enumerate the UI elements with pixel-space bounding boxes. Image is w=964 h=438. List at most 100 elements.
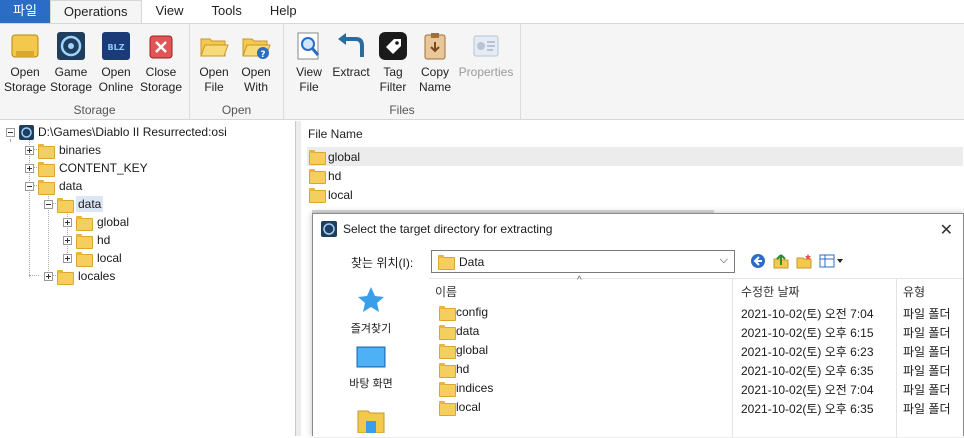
look-in-value: Data <box>459 254 485 269</box>
game-storage-label-1: Game <box>54 65 88 79</box>
expand-icon[interactable] <box>63 235 72 245</box>
extract-directory-dialog: Select the target directory for extracti… <box>312 213 964 438</box>
view-menu-icon[interactable] <box>819 253 845 272</box>
menu-tab-help[interactable]: Help <box>256 0 311 23</box>
collapse-icon[interactable] <box>6 127 15 137</box>
directory-row[interactable]: data 2021-10-02(토) 오후 6:15 파일 폴더 <box>429 322 963 341</box>
expand-icon[interactable] <box>63 217 72 227</box>
up-folder-icon[interactable] <box>773 253 789 272</box>
place-desktop[interactable]: 바탕 화면 <box>313 346 429 391</box>
dir-type: 파일 폴더 <box>903 326 951 340</box>
expand-icon[interactable] <box>25 163 34 173</box>
tree-item-data-data[interactable]: data <box>44 195 104 213</box>
extract-button[interactable]: Extract <box>328 31 374 80</box>
place-libraries[interactable] <box>313 407 429 436</box>
menu-tab-file[interactable]: 파일 <box>0 0 50 23</box>
open-with-button[interactable]: ? Open With <box>233 31 279 95</box>
view-file-label-1: View <box>296 65 322 79</box>
tree-item-hd[interactable]: hd <box>63 231 110 249</box>
column-header-type[interactable]: 유형 <box>903 283 925 300</box>
expand-icon[interactable] <box>25 145 34 155</box>
look-in-select[interactable]: Data ⌵ <box>431 250 735 273</box>
column-header-file-name[interactable]: File Name <box>308 127 363 141</box>
menu-tab-tools[interactable]: Tools <box>197 0 255 23</box>
tag-filter-label-1: Tag <box>383 65 403 79</box>
dir-date: 2021-10-02(토) 오후 6:23 <box>741 345 874 359</box>
desktop-icon <box>356 346 386 368</box>
tree-item-global[interactable]: global <box>63 213 129 231</box>
menu-tab-operations[interactable]: Operations <box>49 0 142 23</box>
open-online-button[interactable]: BLZ Open Online <box>93 31 139 95</box>
svg-text:?: ? <box>260 50 265 60</box>
new-folder-icon[interactable] <box>796 253 812 272</box>
folder-icon <box>439 306 456 321</box>
directory-row[interactable]: indices 2021-10-02(토) 오전 7:04 파일 폴더 <box>429 379 963 398</box>
directory-row[interactable]: local 2021-10-02(토) 오후 6:35 파일 폴더 <box>429 398 963 417</box>
directory-list[interactable]: ^ 이름 수정한 날짜 유형 config 2021-10-02(토) 오전 7… <box>429 275 963 438</box>
column-header-name[interactable]: 이름 <box>435 283 457 300</box>
folder-icon <box>439 344 456 359</box>
game-storage-button[interactable]: Game Storage <box>48 31 94 95</box>
clipboard-icon <box>420 31 450 61</box>
view-file-icon <box>294 31 324 61</box>
tree-label-binaries: binaries <box>59 143 102 157</box>
tag-filter-button[interactable]: Tag Filter <box>370 31 416 95</box>
copy-name-label-2: Name <box>418 80 451 94</box>
storage-tree[interactable]: D:\Games\Diablo II Resurrected:osi binar… <box>0 121 296 436</box>
close-icon[interactable]: ✕ <box>940 220 953 240</box>
blizzard-icon: BLZ <box>101 31 131 61</box>
tree-label-hd: hd <box>97 233 111 247</box>
tree-item-data[interactable]: data <box>25 177 82 195</box>
collapse-icon[interactable] <box>44 199 53 209</box>
tree-label-global: global <box>97 215 130 229</box>
properties-button[interactable]: Properties <box>454 31 518 80</box>
place-favorites[interactable]: 즐겨찾기 <box>313 285 429 336</box>
properties-icon <box>471 31 501 61</box>
file-row[interactable]: local <box>307 185 963 204</box>
folder-icon <box>38 161 55 177</box>
star-icon <box>358 287 384 312</box>
ribbon-group-files: View File Extract Tag Filter Copy Name P… <box>284 24 521 120</box>
dir-name: data <box>456 324 480 338</box>
expand-icon[interactable] <box>44 271 53 281</box>
menu-tab-view[interactable]: View <box>142 0 198 23</box>
directory-row[interactable]: hd 2021-10-02(토) 오후 6:35 파일 폴더 <box>429 360 963 379</box>
open-with-label-2: With <box>244 80 268 94</box>
open-storage-button[interactable]: Open Storage <box>2 31 48 95</box>
tag-filter-label-2: Filter <box>379 80 407 94</box>
place-label-desktop: 바탕 화면 <box>349 378 393 390</box>
dialog-title-bar[interactable]: Select the target directory for extracti… <box>313 214 963 244</box>
column-header-modified[interactable]: 수정한 날짜 <box>741 283 800 300</box>
open-online-label-1: Open <box>101 65 131 79</box>
tree-item-binaries[interactable]: binaries <box>25 141 101 159</box>
directory-row[interactable]: global 2021-10-02(토) 오후 6:23 파일 폴더 <box>429 341 963 360</box>
collapse-icon[interactable] <box>25 181 34 191</box>
expand-icon[interactable] <box>63 253 72 263</box>
copy-name-button[interactable]: Copy Name <box>412 31 458 95</box>
folder-icon <box>439 382 456 397</box>
ribbon-group-storage: Open Storage Game Storage BLZ Open Onlin… <box>0 24 190 120</box>
tree-item-local[interactable]: local <box>63 249 122 267</box>
open-file-label-1: Open <box>199 65 229 79</box>
tree-item-content-key[interactable]: CONTENT_KEY <box>25 159 148 177</box>
back-icon[interactable] <box>750 253 766 272</box>
game-icon <box>19 124 34 140</box>
folder-icon <box>38 143 55 159</box>
close-storage-button[interactable]: Close Storage <box>138 31 184 95</box>
dir-name: local <box>456 400 481 414</box>
open-file-button[interactable]: Open File <box>191 31 237 95</box>
file-row[interactable]: hd <box>307 166 963 185</box>
directory-row[interactable]: config 2021-10-02(토) 오전 7:04 파일 폴더 <box>429 303 963 322</box>
tree-label-data-data: data <box>76 196 104 212</box>
dir-type: 파일 폴더 <box>903 364 951 378</box>
tree-label-local: local <box>97 251 122 265</box>
tree-label-content-key: CONTENT_KEY <box>59 161 148 175</box>
tree-item-locales[interactable]: locales <box>44 267 115 285</box>
chevron-down-icon: ⌵ <box>719 254 728 266</box>
folder-icon <box>309 150 326 165</box>
file-row-label: local <box>328 187 353 202</box>
tree-item-root[interactable]: D:\Games\Diablo II Resurrected:osi <box>6 123 227 141</box>
open-storage-label-1: Open <box>10 65 40 79</box>
view-file-button[interactable]: View File <box>286 31 332 95</box>
file-row[interactable]: global <box>307 147 963 166</box>
